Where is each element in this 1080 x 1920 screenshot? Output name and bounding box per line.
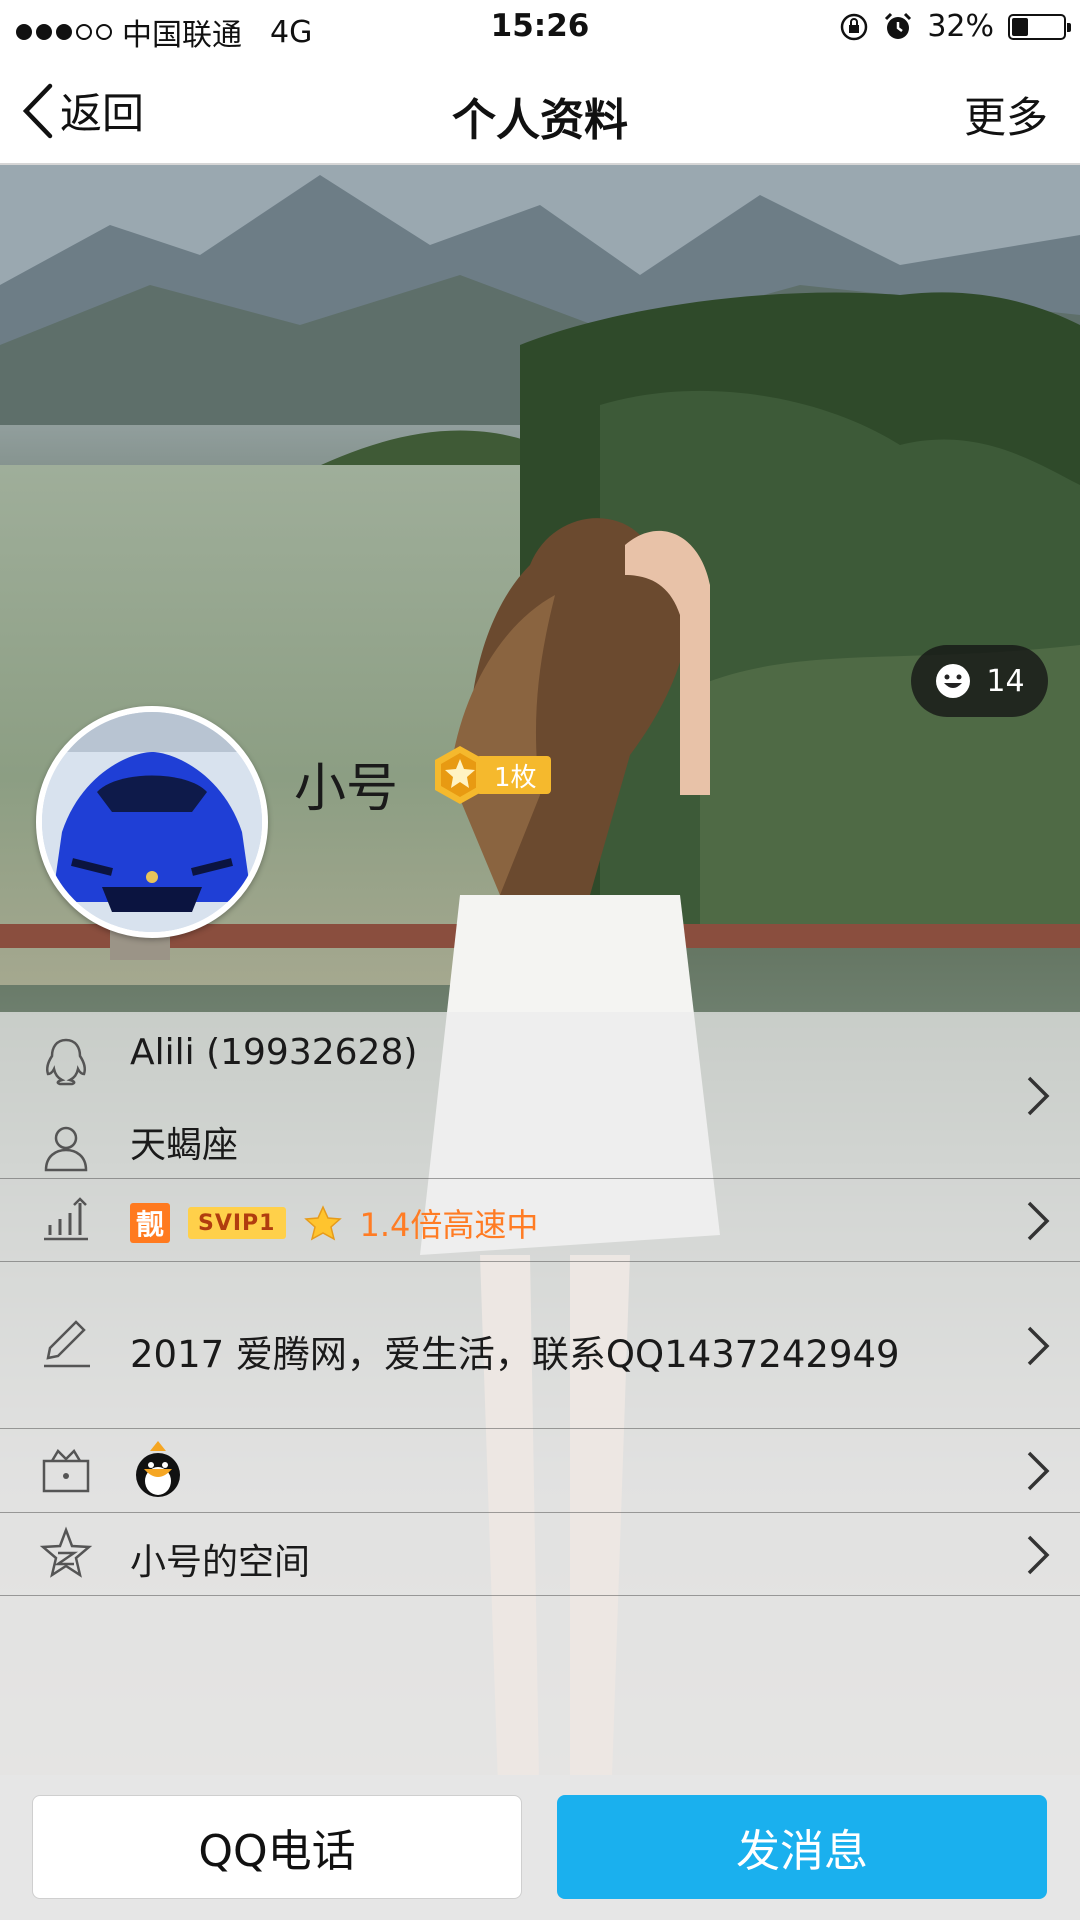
battery-percent: 32% (927, 9, 994, 44)
account-info-row[interactable]: Alili (19932628) 天蝎座 (0, 1012, 1080, 1179)
send-message-button[interactable]: 发消息 (557, 1795, 1047, 1899)
smiley-icon (936, 664, 971, 698)
like-count: 14 (986, 663, 1025, 699)
star-icon (303, 1205, 342, 1241)
alarm-icon (885, 12, 912, 39)
pencil-icon (44, 1320, 90, 1368)
chevron-right-icon (1027, 1451, 1050, 1491)
more-button[interactable]: 更多 (964, 84, 1048, 145)
account-id: Alili (19932628) (130, 1032, 418, 1073)
crown-box-icon (42, 1448, 90, 1493)
nickname: 小号 (294, 759, 399, 819)
vip-status-row[interactable]: 靓 SVIP1 1.4倍高速中 (0, 1179, 1080, 1262)
qzone-label: 小号的空间 (130, 1542, 311, 1583)
medal-badge[interactable]: 1枚 (432, 744, 551, 806)
stats-chart-icon (44, 1197, 88, 1241)
chevron-right-icon (1027, 1076, 1050, 1116)
personal-signature: 2017 爱腾网，爱生活，联系QQ1437242949 (130, 1333, 900, 1376)
chevron-right-icon (1027, 1535, 1050, 1575)
page-title: 个人资料 (452, 95, 628, 146)
nav-bar: 返回 个人资料 更多 (0, 54, 1080, 165)
qzone-row[interactable]: 小号的空间 (0, 1513, 1080, 1596)
qq-penguin-icon (45, 1038, 87, 1086)
liang-badge: 靓 (130, 1203, 170, 1243)
status-bar: 中国联通 4G 15:26 32% (0, 0, 1080, 54)
qq-call-button[interactable]: QQ电话 (32, 1795, 522, 1899)
rotation-lock-icon (841, 13, 868, 40)
person-icon (44, 1126, 88, 1172)
medal-count: 1枚 (476, 756, 551, 794)
signature-row[interactable]: 2017 爱腾网，爱生活，联系QQ1437242949 (0, 1262, 1080, 1429)
vip-status-content: 靓 SVIP1 1.4倍高速中 (130, 1200, 538, 1246)
avatar-car-image (42, 712, 262, 932)
chevron-right-icon (1027, 1326, 1050, 1366)
svip-badge: SVIP1 (188, 1207, 286, 1239)
qq-penguin-pendant-icon (136, 1441, 180, 1497)
zodiac-sign: 天蝎座 (130, 1125, 239, 1166)
bottom-action-bar: QQ电话 发消息 (0, 1775, 1080, 1920)
battery-icon (1008, 13, 1071, 40)
chevron-right-icon (1027, 1201, 1050, 1241)
like-counter-button[interactable]: 14 (911, 645, 1048, 717)
speed-status: 1.4倍高速中 (359, 1206, 539, 1244)
avatar[interactable] (36, 706, 268, 938)
qq-show-row[interactable] (0, 1429, 1080, 1513)
qzone-star-icon (39, 1526, 93, 1578)
